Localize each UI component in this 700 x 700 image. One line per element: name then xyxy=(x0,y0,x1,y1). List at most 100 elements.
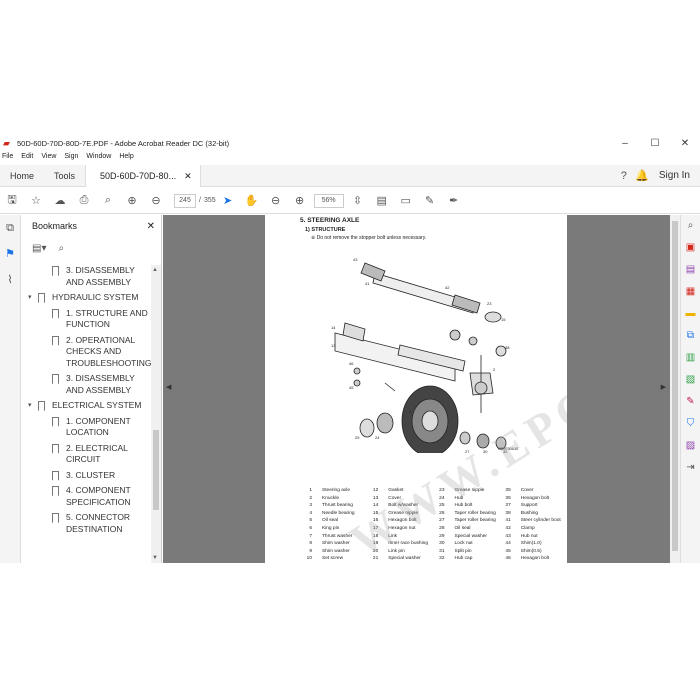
acrobat-window: ▰ 50D-60D-70D-80D-7E.PDF - Adobe Acrobat… xyxy=(0,133,700,563)
bookmarks-panel-icon[interactable]: ⚑ xyxy=(0,241,20,267)
organize-pages-icon[interactable]: ▤ xyxy=(681,259,700,281)
part-number: 29 xyxy=(439,533,445,539)
scroll-mode-icon[interactable]: ▤ xyxy=(370,194,394,207)
find-bookmark-icon[interactable]: ⌕ xyxy=(58,243,64,254)
cloud-upload-icon[interactable]: ☁ xyxy=(48,194,72,207)
menu-window[interactable]: Window xyxy=(86,153,111,165)
combine-files-icon[interactable]: ⧉ xyxy=(681,325,700,347)
page-thumbnails-icon[interactable]: ⧉ xyxy=(0,215,20,241)
sign-pen-icon[interactable]: ✒ xyxy=(442,194,466,207)
parts-list-entry: 38 Bushing xyxy=(500,510,566,518)
part-name: Split pin xyxy=(454,548,472,554)
previous-page-icon[interactable]: ⊕ xyxy=(120,194,144,207)
search-icon[interactable]: ⌕ xyxy=(96,194,120,207)
create-pdf-icon[interactable]: ▣ xyxy=(681,237,700,259)
fill-sign-icon[interactable]: ✎ xyxy=(681,391,700,413)
svg-text:15: 15 xyxy=(501,317,506,322)
bookmark-item[interactable]: 3. DISASSEMBLY AND ASSEMBLY xyxy=(22,265,152,288)
print-icon[interactable]: ⎙ xyxy=(72,194,96,207)
bookmark-item[interactable]: 5. CONNECTOR DESTINATION xyxy=(22,512,152,535)
bookmark-item[interactable]: 2. OPERATIONAL CHECKS AND TROUBLESHOOTIN… xyxy=(22,335,152,370)
menu-help[interactable]: Help xyxy=(119,153,133,165)
tab-tools[interactable]: Tools xyxy=(44,165,85,187)
attachments-paperclip-icon[interactable]: ⌇ xyxy=(0,267,20,293)
part-name: Hub cap xyxy=(454,556,473,562)
tab-bar: Home Tools 50D-60D-70D-80... ✕ ? 🔔 Sign … xyxy=(0,164,700,187)
collapse-chevron-icon[interactable]: ▾ xyxy=(28,292,38,304)
part-name: Bushing xyxy=(520,510,539,516)
bookmark-icon xyxy=(52,266,59,276)
part-name: Set screw xyxy=(322,556,344,562)
export-pdf-icon[interactable]: ▦ xyxy=(681,281,700,303)
collapse-left-panel-icon[interactable]: ◀ xyxy=(166,383,171,391)
tab-home[interactable]: Home xyxy=(0,165,44,187)
scroll-up-arrow-icon[interactable]: ▲ xyxy=(152,267,158,273)
comment-icon[interactable]: ▭ xyxy=(394,194,418,207)
bookmarks-scroll-thumb[interactable] xyxy=(153,430,159,510)
bookmark-item[interactable]: 1. STRUCTURE AND FUNCTION xyxy=(22,308,152,331)
bookmark-item[interactable]: ▾ HYDRAULIC SYSTEM xyxy=(22,292,152,304)
svg-text:13: 13 xyxy=(331,343,336,348)
main-toolbar: 🖫 ☆ ☁ ⎙ ⌕ ⊕ ⊖ 245 / 355 ➤ ✋ ⊖ ⊕ 56% ⇳ ▤ … xyxy=(0,188,700,214)
help-icon[interactable]: ? xyxy=(615,170,633,182)
bookmark-item[interactable]: 3. DISASSEMBLY AND ASSEMBLY xyxy=(22,373,152,396)
compress-pdf-icon[interactable]: ▧ xyxy=(681,369,700,391)
tab-bar-right: ? 🔔 Sign In xyxy=(615,169,700,183)
part-number: 44 xyxy=(505,541,511,547)
part-number: 30 xyxy=(439,541,445,547)
send-for-review-icon[interactable]: ▨ xyxy=(681,435,700,457)
document-view[interactable]: ◀ 5. STEERING AXLE 1) STRUCTURE ※ Do not… xyxy=(163,215,680,563)
part-number: 12 xyxy=(372,488,379,493)
part-number: 5 xyxy=(309,518,312,524)
star-icon[interactable]: ☆ xyxy=(24,194,48,207)
document-scroll-thumb[interactable] xyxy=(672,221,678,551)
protect-shield-icon[interactable]: ⛉ xyxy=(681,413,700,435)
next-page-icon[interactable]: ⊖ xyxy=(144,194,168,207)
collapse-right-panel-icon[interactable]: ▶ xyxy=(661,383,666,391)
bookmark-item[interactable]: 4. COMPONENT SPECIFICATION xyxy=(22,485,152,508)
menu-view[interactable]: View xyxy=(41,153,56,165)
edit-pdf-icon[interactable]: ▥ xyxy=(681,347,700,369)
select-cursor-icon[interactable]: ➤ xyxy=(216,194,240,207)
zoom-tool-icon[interactable]: ⌕ xyxy=(681,215,700,237)
part-name: Lock nut xyxy=(454,541,473,547)
bookmark-item[interactable]: ▾ ELECTRICAL SYSTEM xyxy=(22,400,152,412)
page-number-input[interactable]: 245 xyxy=(174,193,196,208)
notifications-bell-icon[interactable]: 🔔 xyxy=(633,169,651,182)
more-tools-icon[interactable]: ⇥ xyxy=(681,457,700,479)
zoom-level-field[interactable]: 56% xyxy=(313,193,344,208)
caution-note: ※ Do not remove the stopper bolt unless … xyxy=(311,235,427,241)
part-number: 6 xyxy=(309,525,312,531)
document-scrollbar[interactable] xyxy=(670,215,680,563)
maximize-button[interactable]: ☐ xyxy=(640,138,670,149)
collapse-chevron-icon[interactable]: ▾ xyxy=(28,400,38,412)
menu-edit[interactable]: Edit xyxy=(21,153,33,165)
comment-tool-icon[interactable]: ▬ xyxy=(681,303,700,325)
menu-file[interactable]: File xyxy=(2,153,13,165)
zoom-out-icon[interactable]: ⊖ xyxy=(264,194,288,207)
menu-sign[interactable]: Sign xyxy=(64,153,78,165)
parts-list-entry: 30 Lock nut xyxy=(434,540,500,548)
parts-list-entry: 28 Oil seal xyxy=(434,525,500,533)
tab-document[interactable]: 50D-60D-70D-80... ✕ xyxy=(85,164,201,187)
page-navigator: 245 / 355 xyxy=(174,193,216,208)
bookmark-icon xyxy=(52,374,59,384)
bookmark-item[interactable]: 2. ELECTRICAL CIRCUIT xyxy=(22,443,152,466)
save-icon[interactable]: 🖫 xyxy=(0,191,24,210)
scroll-down-arrow-icon[interactable]: ▼ xyxy=(152,555,158,561)
close-tab-icon[interactable]: ✕ xyxy=(184,165,192,187)
bookmarks-scrollbar[interactable]: ▲ ▼ xyxy=(151,265,161,563)
fit-page-icon[interactable]: ⇳ xyxy=(346,194,370,207)
bookmark-options-icon[interactable]: ▤▾ xyxy=(32,243,46,254)
svg-text:38: 38 xyxy=(505,345,510,350)
hand-tool-icon[interactable]: ✋ xyxy=(240,194,264,207)
close-panel-icon[interactable]: ✕ xyxy=(147,221,155,232)
minimize-button[interactable]: – xyxy=(610,138,640,149)
zoom-in-icon[interactable]: ⊕ xyxy=(288,194,312,207)
sign-in-button[interactable]: Sign In xyxy=(659,170,690,181)
close-window-button[interactable]: ✕ xyxy=(670,138,700,149)
bookmark-item[interactable]: 1. COMPONENT LOCATION xyxy=(22,416,152,439)
bookmark-item[interactable]: 3. CLUSTER xyxy=(22,470,152,482)
bookmark-icon xyxy=(38,401,45,411)
highlight-pen-icon[interactable]: ✎ xyxy=(418,194,442,207)
